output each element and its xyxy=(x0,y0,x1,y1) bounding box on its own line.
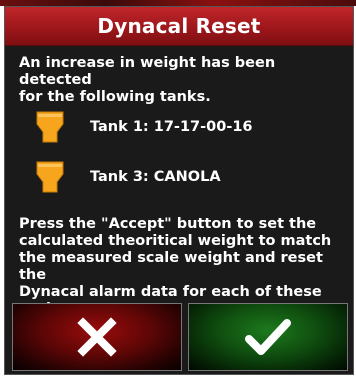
cancel-button[interactable] xyxy=(12,303,182,371)
tank-label: Tank 3: CANOLA xyxy=(90,169,221,185)
tank-row: Tank 1: 17-17-00-16 xyxy=(35,110,253,144)
tank-label: Tank 1: 17-17-00-16 xyxy=(90,119,253,135)
dialog-title: Dynacal Reset xyxy=(97,14,261,38)
tank-icon xyxy=(36,111,64,143)
intro-message: An increase in weight has been detected … xyxy=(19,55,276,105)
checkmark-icon xyxy=(245,319,291,355)
tank-row: Tank 3: CANOLA xyxy=(35,160,221,194)
x-icon xyxy=(77,317,117,357)
accept-button[interactable] xyxy=(188,303,348,371)
dynacal-reset-dialog: Dynacal Reset An increase in weight has … xyxy=(4,6,354,375)
dialog-title-bar: Dynacal Reset xyxy=(5,7,353,46)
tank-icon xyxy=(36,161,64,193)
